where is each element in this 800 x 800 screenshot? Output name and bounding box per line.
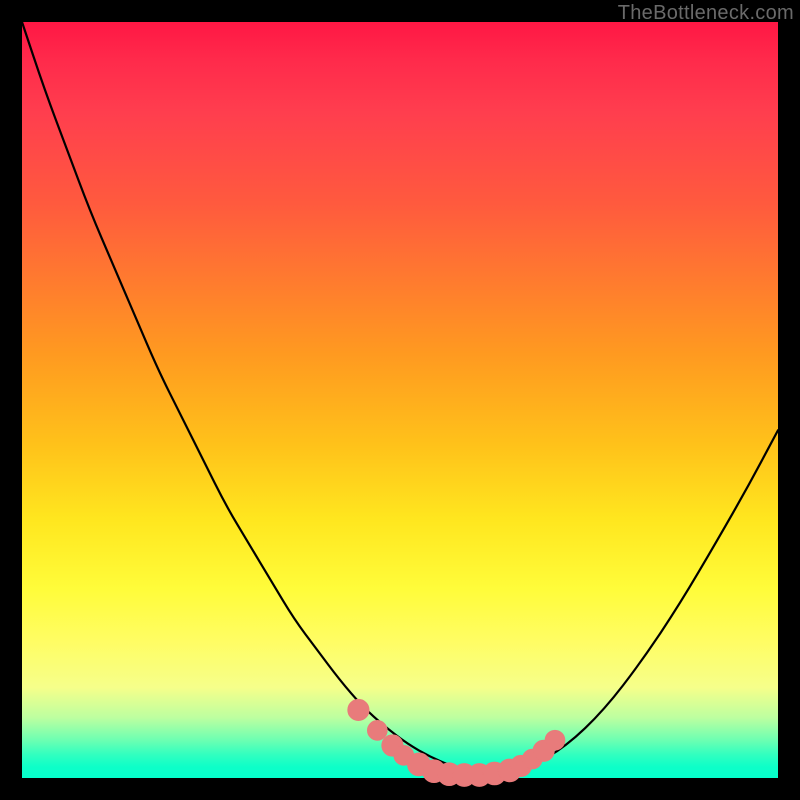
curve-marker bbox=[545, 730, 565, 750]
marker-group bbox=[348, 699, 565, 786]
curve-marker bbox=[348, 699, 369, 720]
chart-svg bbox=[22, 22, 778, 778]
bottleneck-curve bbox=[22, 22, 778, 775]
curve-marker bbox=[367, 721, 387, 741]
watermark-text: TheBottleneck.com bbox=[618, 2, 794, 25]
plot-area bbox=[22, 22, 778, 778]
chart-frame: TheBottleneck.com bbox=[0, 0, 800, 800]
